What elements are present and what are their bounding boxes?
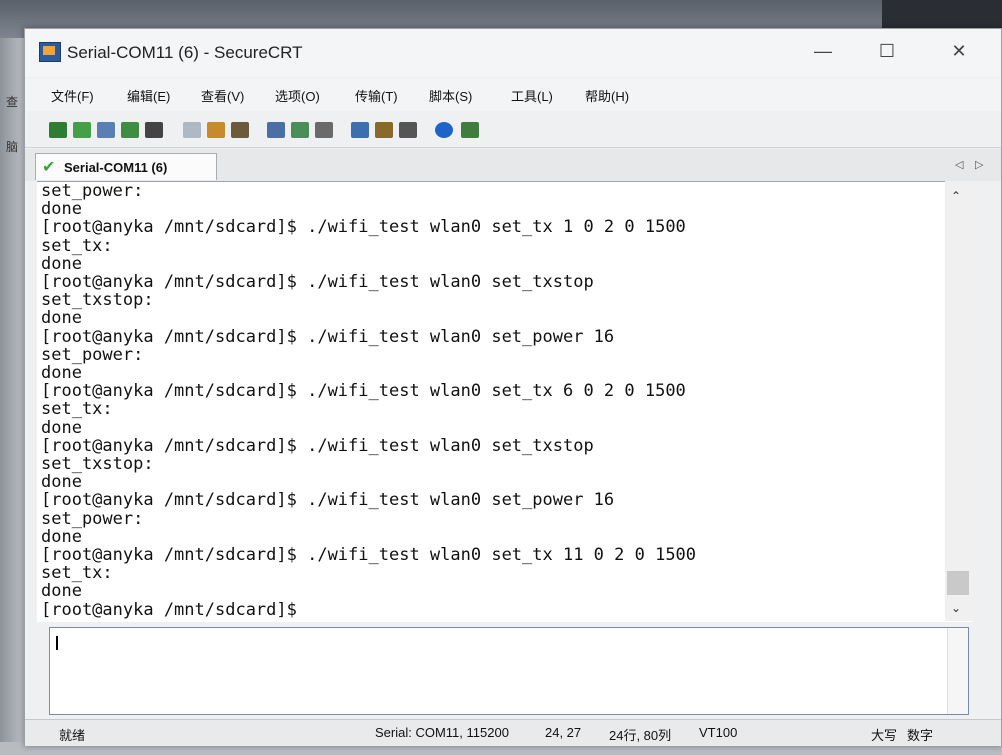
status-emulation: VT100 xyxy=(699,725,738,740)
terminal-line: done xyxy=(41,253,82,274)
connected-check-icon: ✔ xyxy=(42,159,56,176)
terminal-line: [root@anyka /mnt/sdcard]$ ./wifi_test wl… xyxy=(41,381,686,402)
terminal-line: [root@anyka /mnt/sdcard]$ ./wifi_test wl… xyxy=(41,272,594,293)
session-options-icon[interactable] xyxy=(351,122,369,138)
print-icon[interactable] xyxy=(267,122,285,138)
menu-tools[interactable]: 工具(L) xyxy=(511,86,553,105)
paste-icon[interactable] xyxy=(207,122,225,138)
terminal-line: done xyxy=(41,363,82,384)
terminal-line: set_tx: xyxy=(41,399,113,420)
terminal-line: set_tx: xyxy=(41,235,113,256)
terminal-line: [root@anyka /mnt/sdcard]$ ./wifi_test wl… xyxy=(41,435,594,456)
sftp-icon[interactable] xyxy=(461,122,479,138)
menu-help[interactable]: 帮助(H) xyxy=(585,86,629,105)
maximize-button[interactable]: ☐ xyxy=(867,41,907,62)
close-button[interactable]: ✕ xyxy=(939,41,979,62)
terminal-line: [root@anyka /mnt/sdcard]$ ./wifi_test wl… xyxy=(41,545,697,566)
tab-serial-com11[interactable]: ✔ Serial-COM11 (6) xyxy=(35,153,217,180)
terminal-line: [root@anyka /mnt/sdcard]$ ./wifi_test wl… xyxy=(41,217,686,238)
quick-connect-icon[interactable] xyxy=(73,122,91,138)
status-caps: 大写 xyxy=(871,728,898,743)
menu-transfer[interactable]: 传输(T) xyxy=(355,86,398,105)
status-num: 数字 xyxy=(907,728,934,743)
tab-next-icon[interactable]: ▷ xyxy=(975,158,983,171)
input-scrollbar[interactable] xyxy=(947,628,968,714)
terminal-scrollbar[interactable]: ⌃ ⌄ xyxy=(945,181,973,621)
terminal-line: set_power: xyxy=(41,181,144,201)
terminal-text: set_power: done [root@anyka /mnt/sdcard]$ … xyxy=(41,182,696,619)
connect-tab-icon[interactable] xyxy=(97,122,115,138)
reconnect-icon[interactable] xyxy=(121,122,139,138)
terminal-line: done xyxy=(41,526,82,547)
terminal-line: set_power: xyxy=(41,344,144,365)
status-connection: Serial: COM11, 115200 xyxy=(375,725,509,740)
status-size: 24行, 80列 xyxy=(609,728,672,743)
minimize-button[interactable]: — xyxy=(803,41,843,62)
keymap-icon[interactable] xyxy=(399,122,417,138)
terminal-line: set_power: xyxy=(41,508,144,529)
command-input-pane[interactable] xyxy=(49,627,969,715)
help-icon[interactable] xyxy=(435,122,453,138)
print-setup-icon[interactable] xyxy=(291,122,309,138)
terminal-output[interactable]: set_power: done [root@anyka /mnt/sdcard]$ … xyxy=(37,181,973,622)
scroll-down-icon[interactable]: ⌄ xyxy=(951,601,961,615)
status-ready: 就绪 xyxy=(59,728,86,743)
background-window-strip: 查 脑 xyxy=(0,38,26,755)
terminal-line: done xyxy=(41,581,82,602)
background-char: 查 xyxy=(6,95,19,109)
terminal-line: done xyxy=(41,472,82,493)
menu-view[interactable]: 查看(V) xyxy=(201,86,244,105)
terminal-line: set_txstop: xyxy=(41,454,154,475)
window-title: Serial-COM11 (6) - SecureCRT xyxy=(67,43,303,62)
find-icon[interactable] xyxy=(231,122,249,138)
disconnect-icon[interactable] xyxy=(145,122,163,138)
terminal-line: done xyxy=(41,199,82,220)
terminal-line: [root@anyka /mnt/sdcard]$ xyxy=(41,599,297,620)
menu-options[interactable]: 选项(O) xyxy=(275,86,320,105)
title-bar[interactable]: Serial-COM11 (6) - SecureCRT — ☐ ✕ xyxy=(25,29,1001,77)
print-selection-icon[interactable] xyxy=(315,122,333,138)
securecrt-app-icon xyxy=(39,42,61,62)
securecrt-window: Serial-COM11 (6) - SecureCRT — ☐ ✕ 文件(F)… xyxy=(24,28,1002,746)
background-char: 脑 xyxy=(6,140,19,154)
menu-bar: 文件(F) 编辑(E) 查看(V) 选项(O) 传输(T) 脚本(S) 工具(L… xyxy=(25,79,1001,111)
terminal-line: [root@anyka /mnt/sdcard]$ ./wifi_test wl… xyxy=(41,326,615,347)
terminal-line: done xyxy=(41,417,82,438)
copy-icon[interactable] xyxy=(183,122,201,138)
tab-prev-icon[interactable]: ◁ xyxy=(955,158,963,171)
scroll-thumb[interactable] xyxy=(947,571,969,595)
menu-script[interactable]: 脚本(S) xyxy=(429,86,472,105)
toolbar xyxy=(25,113,1001,148)
connect-icon[interactable] xyxy=(49,122,67,138)
text-caret xyxy=(56,636,58,650)
status-cursor: 24, 27 xyxy=(545,725,582,740)
terminal-line: set_tx: xyxy=(41,563,113,584)
status-bar: 就绪 Serial: COM11, 115200 24, 27 24行, 80列… xyxy=(25,719,1001,746)
menu-file[interactable]: 文件(F) xyxy=(51,86,94,105)
terminal-line: done xyxy=(41,308,82,329)
menu-edit[interactable]: 编辑(E) xyxy=(127,86,170,105)
tab-label: Serial-COM11 (6) xyxy=(64,160,168,175)
terminal-line: [root@anyka /mnt/sdcard]$ ./wifi_test wl… xyxy=(41,490,615,511)
session-tab-bar: ✔ Serial-COM11 (6) ◁ ▷ xyxy=(25,149,1001,181)
scroll-up-icon[interactable]: ⌃ xyxy=(951,189,961,203)
terminal-line: set_txstop: xyxy=(41,290,154,311)
global-options-icon[interactable] xyxy=(375,122,393,138)
